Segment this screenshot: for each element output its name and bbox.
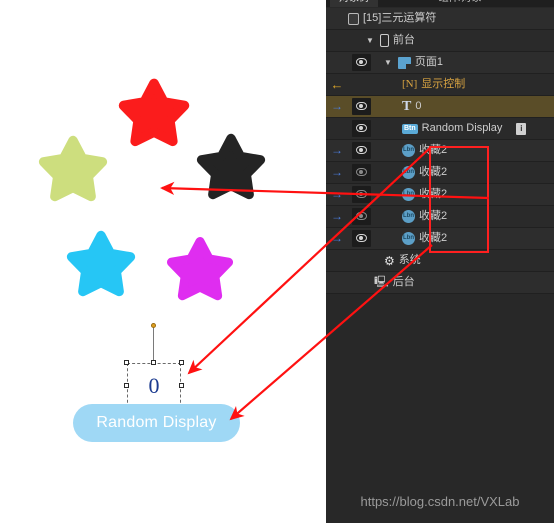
back-icon[interactable]: ←: [326, 74, 348, 94]
tree-row[interactable]: ▼ 前台: [326, 30, 554, 52]
text-object-value: 0: [148, 372, 160, 398]
star-yellow[interactable]: [38, 135, 108, 202]
resize-handle-n[interactable]: [151, 360, 156, 365]
tree-row-label-group: [N] 显示控制: [402, 74, 465, 95]
navigate-icon[interactable]: →: [326, 140, 348, 160]
star-red[interactable]: [118, 78, 190, 147]
watermark-text: https://blog.csdn.net/VXLab: [360, 494, 520, 509]
stars-layer: [38, 78, 266, 301]
navigate-icon[interactable]: →: [326, 206, 348, 226]
resize-handle-e[interactable]: [179, 383, 184, 388]
navigate-icon[interactable]: →: [326, 228, 348, 248]
tree-row-label: 0: [415, 100, 422, 112]
tree-row-label-group: ▼ 页面1: [384, 52, 443, 73]
star-cyan[interactable]: [66, 230, 136, 297]
tree-row-label-group: T0: [402, 96, 421, 117]
visibility-toggle[interactable]: [350, 206, 372, 226]
tree-row-label-group: Lbn 收藏2: [402, 228, 447, 249]
label-icon: Lbn: [402, 232, 415, 245]
tree-row-label: 系统: [398, 254, 421, 266]
tree-row-label-group: 🖳 后台: [374, 272, 415, 293]
label-icon: Lbn: [402, 188, 415, 201]
visibility-toggle[interactable]: [350, 96, 372, 116]
tree-row-label-group: Lbn 收藏2: [402, 206, 447, 227]
navigate-icon[interactable]: →: [326, 184, 348, 204]
visibility-toggle[interactable]: [350, 52, 372, 72]
tree-row-label: 收藏2: [419, 166, 448, 178]
navigate-icon[interactable]: →: [326, 162, 348, 182]
visibility-toggle[interactable]: [350, 184, 372, 204]
app-icon: [348, 12, 359, 25]
server-icon: 🖳: [374, 276, 389, 288]
tree-row-label-group: ▼ 前台: [366, 30, 415, 51]
navigate-icon[interactable]: →: [326, 96, 348, 116]
panel-empty-area: [326, 295, 554, 523]
tree-row[interactable]: ▼ 页面1: [326, 52, 554, 74]
tree-row-label: 收藏2: [419, 232, 448, 244]
text-object-selection[interactable]: 0: [124, 323, 184, 411]
tree-row[interactable]: ← [N] 显示控制: [326, 74, 554, 96]
tree-row[interactable]: → Lbn 收藏2: [326, 206, 554, 228]
tree-row-label: 页面1: [414, 56, 444, 68]
tree-row[interactable]: → Lbn 收藏2: [326, 162, 554, 184]
object-tree-list[interactable]: [15]三元运算符 ▼ 前台 ▼ 页面1 ← [N] 显示控制 → T 0 Btn Random Dis…: [326, 8, 554, 294]
tree-row[interactable]: [15]三元运算符: [326, 8, 554, 30]
tab-components[interactable]: 组件/对象: [412, 0, 508, 7]
tab-object-tree[interactable]: 对象树: [330, 0, 378, 7]
star-black[interactable]: [196, 133, 266, 200]
label-icon: Lbn: [402, 210, 415, 223]
visibility-toggle[interactable]: [350, 140, 372, 160]
variable-icon: [N]: [402, 78, 418, 90]
tree-row[interactable]: 🖳 后台: [326, 272, 554, 294]
visibility-toggle[interactable]: [350, 162, 372, 182]
random-display-button[interactable]: Random Display: [73, 404, 240, 442]
button-icon: Btn: [402, 123, 418, 134]
tree-row[interactable]: Btn Random Display i: [326, 118, 554, 140]
resize-handle-w[interactable]: [124, 383, 129, 388]
tree-row[interactable]: → Lbn 收藏2: [326, 184, 554, 206]
star-magenta[interactable]: [166, 237, 234, 301]
resize-handle-ne[interactable]: [179, 360, 184, 365]
tree-row-label: 收藏2: [419, 188, 448, 200]
tree-row-label: 收藏2: [419, 144, 448, 156]
tree-row-label: [15]三元运算符: [363, 12, 437, 24]
tree-row-label: 收藏2: [419, 210, 448, 222]
design-canvas[interactable]: 0 Random Display: [0, 0, 326, 523]
phone-icon: [379, 34, 389, 47]
tree-row-label-group: Lbn 收藏2: [402, 162, 447, 183]
tree-row[interactable]: ⚙ 系统: [326, 250, 554, 272]
visibility-toggle[interactable]: [350, 118, 372, 138]
info-icon[interactable]: i: [516, 122, 527, 135]
tree-row[interactable]: → T 0: [326, 96, 554, 118]
tree-row-label-group: [15]三元运算符: [348, 8, 436, 29]
text-icon: T: [402, 98, 412, 114]
editor-window: 0 Random Display 对象树 组件/对象 [15]三元运算符▼前台▼…: [0, 0, 554, 523]
tree-row[interactable]: → Lbn 收藏2: [326, 228, 554, 250]
tree-row-label: Random Display: [421, 122, 503, 134]
visibility-toggle[interactable]: [350, 228, 372, 248]
panel-tab-bar: 对象树 组件/对象: [326, 0, 554, 7]
tree-row-label-group: Lbn 收藏2: [402, 140, 447, 161]
tree-row-label: 前台: [392, 34, 415, 46]
rotation-handle[interactable]: [151, 323, 156, 328]
chevron-down-icon[interactable]: ▼: [366, 30, 374, 51]
chevron-down-icon[interactable]: ▼: [384, 52, 392, 73]
tree-row-label: 显示控制: [421, 78, 466, 90]
tree-row-label-group: ⚙ 系统: [384, 250, 421, 271]
gear-icon: ⚙: [384, 253, 395, 268]
resize-handle-nw[interactable]: [124, 360, 129, 365]
page-icon: [397, 56, 411, 69]
label-icon: Lbn: [402, 144, 415, 157]
tree-row-label-group: Btn Random Display i: [402, 118, 527, 139]
object-tree-panel: 对象树 组件/对象 [15]三元运算符▼前台▼页面1←[N]显示控制→T0Btn…: [326, 0, 554, 523]
rotation-handle-stem: [153, 327, 154, 363]
label-icon: Lbn: [402, 166, 415, 179]
tree-row-label-group: Lbn 收藏2: [402, 184, 447, 205]
tree-row-label: 后台: [392, 276, 415, 288]
tree-row[interactable]: → Lbn 收藏2: [326, 140, 554, 162]
